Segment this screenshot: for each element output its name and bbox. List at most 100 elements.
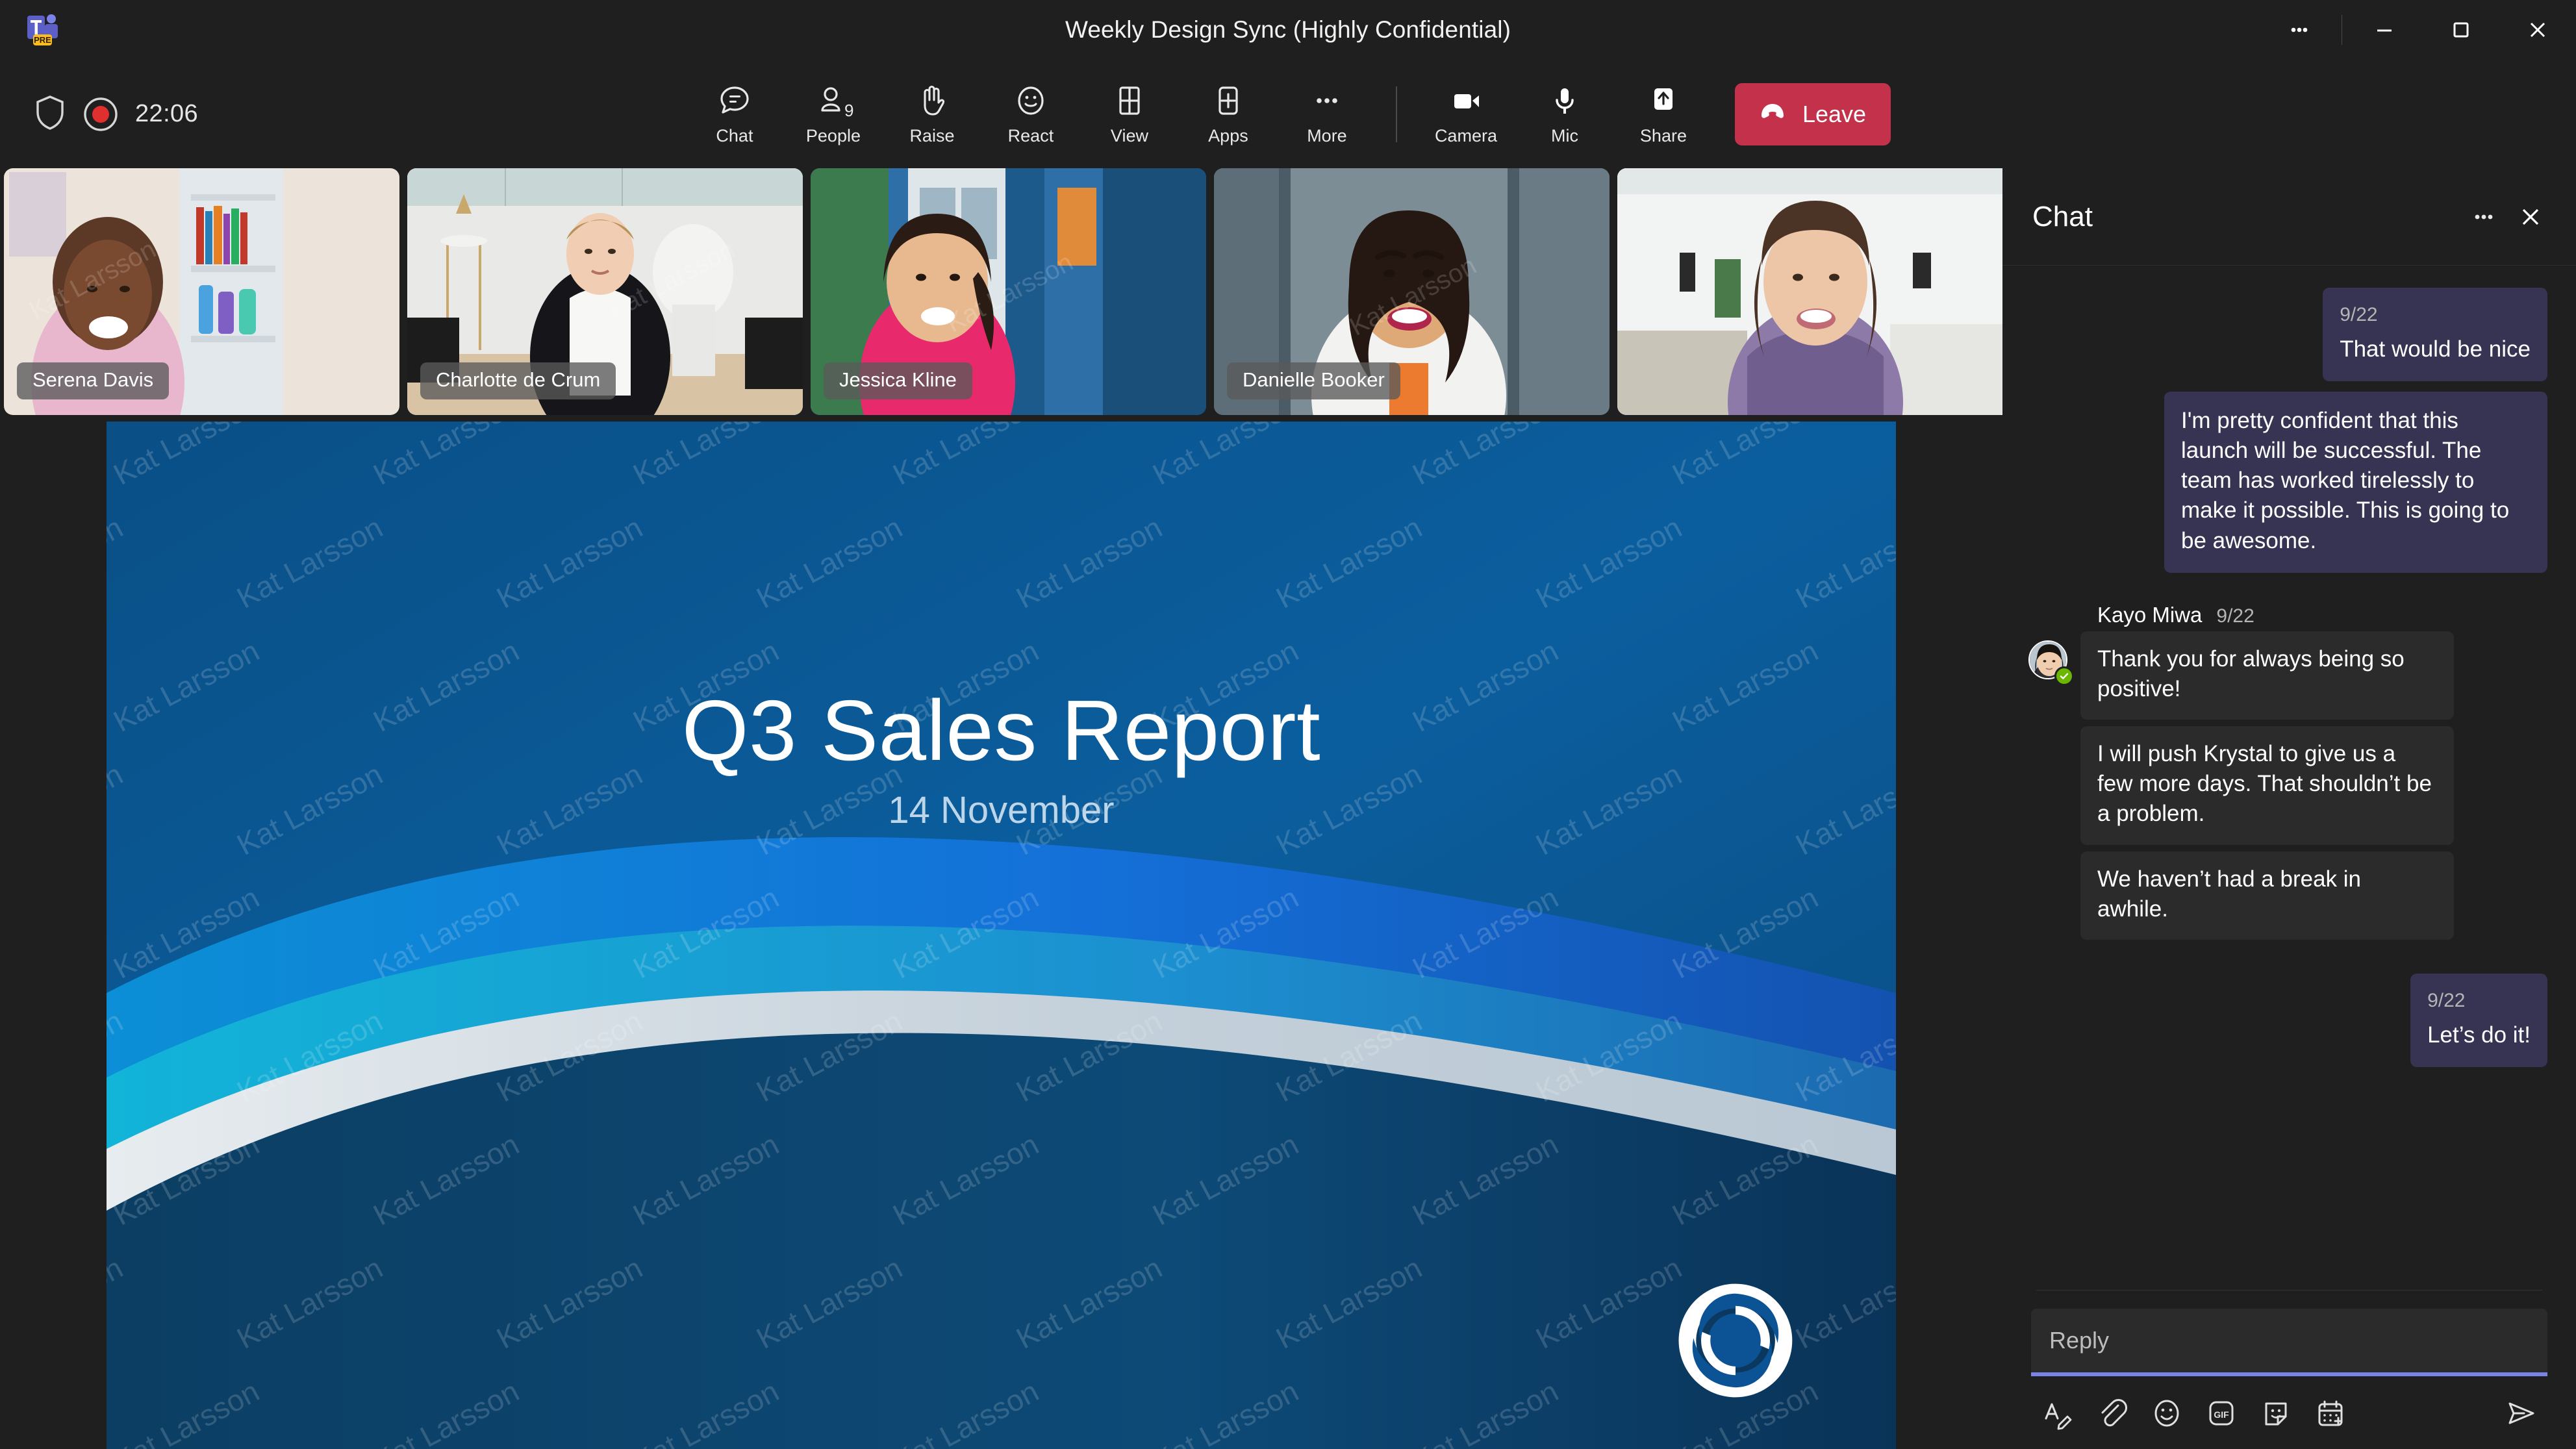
svg-text:GIF: GIF — [2214, 1409, 2229, 1420]
meeting-timer: 22:06 — [135, 100, 199, 127]
people-count-badge: 9 — [844, 100, 854, 120]
message-text: I'm pretty confident that this launch wi… — [2181, 407, 2510, 553]
message-text: Let’s do it! — [2427, 1022, 2531, 1048]
slide-subtitle: 14 November — [888, 789, 1115, 831]
slide-background-graphic — [107, 422, 1896, 1449]
sticker-icon[interactable] — [2256, 1393, 2296, 1433]
message-timestamp: 9/22 — [2340, 304, 2378, 325]
meeting-action-bar: 22:06 Chat 9 People Raise React View App… — [0, 60, 2576, 168]
toolbar-react-label: React — [1007, 125, 1054, 145]
participant-name-label: Jessica Kline — [824, 362, 972, 399]
message-timestamp: 9/22 — [2216, 605, 2254, 627]
attach-icon[interactable] — [2092, 1393, 2132, 1433]
toolbar-divider — [1395, 86, 1397, 142]
chat-panel: Chat 9/22 That would be nice I'm pretty … — [2002, 168, 2576, 1449]
share-icon — [1645, 82, 1682, 119]
leave-button-label: Leave — [1802, 100, 1867, 127]
shared-content-area: Q3 Sales Report 14 November Kat LarssonK… — [0, 422, 2002, 1449]
chat-icon — [716, 82, 753, 119]
window-title: Weekly Design Sync (Highly Confidential) — [1065, 16, 1511, 43]
chat-message-group[interactable]: Kayo Miwa 9/22 Thank you for always bein… — [2028, 603, 2547, 940]
toolbar-mic-label: Mic — [1550, 125, 1578, 145]
record-icon — [83, 97, 118, 132]
toolbar-chat-label: Chat — [716, 125, 753, 145]
chat-compose-area: Reply GIF — [2002, 1290, 2576, 1449]
meet-now-icon[interactable] — [2310, 1393, 2351, 1433]
reply-placeholder: Reply — [2049, 1327, 2110, 1354]
chat-message-list[interactable]: 9/22 That would be nice I'm pretty confi… — [2002, 266, 2576, 1290]
participant-tile[interactable]: Kat Larsson Jessica Kline — [811, 168, 1206, 415]
toolbar-share-label: Share — [1639, 125, 1687, 145]
meeting-status-group: 22:06 — [34, 60, 198, 168]
hand-icon — [914, 82, 950, 119]
message-text: That would be nice — [2340, 336, 2531, 362]
toolbar-mic-button[interactable]: Mic — [1515, 72, 1614, 157]
chat-panel-title: Chat — [2032, 200, 2093, 233]
toolbar-chat-button[interactable]: Chat — [685, 72, 784, 157]
swirl-logo-icon — [1674, 1279, 1797, 1402]
toolbar-react-button[interactable]: React — [981, 72, 1080, 157]
slide-title: Q3 Sales Report — [681, 683, 1321, 778]
toolbar-view-button[interactable]: View — [1080, 72, 1179, 157]
mic-icon — [1547, 82, 1583, 119]
presentation-slide[interactable]: Q3 Sales Report 14 November Kat LarssonK… — [107, 422, 1896, 1449]
chat-bubble-incoming: Thank you for always being so positive! — [2080, 631, 2454, 720]
reply-input[interactable]: Reply — [2031, 1309, 2547, 1376]
sender-avatar-column — [2028, 603, 2080, 686]
meeting-stage: Kat Larsson Serena Davis — [0, 168, 2002, 1449]
ellipsis-icon — [1309, 82, 1345, 119]
window-close-button[interactable] — [2499, 0, 2576, 60]
chat-bubble-outgoing: I'm pretty confident that this launch wi… — [2164, 391, 2547, 573]
participant-name-label: Danielle Booker — [1227, 362, 1400, 399]
toolbar-more-button[interactable]: More — [1278, 72, 1376, 157]
chat-bubble-outgoing: 9/22 Let’s do it! — [2410, 974, 2547, 1067]
toolbar-more-label: More — [1307, 125, 1347, 145]
window-maximize-button[interactable] — [2423, 0, 2499, 60]
send-icon[interactable] — [2501, 1393, 2541, 1433]
window-controls — [2261, 0, 2576, 60]
chat-message-column: Kayo Miwa 9/22 Thank you for always bein… — [2080, 603, 2547, 940]
participant-tile[interactable]: Kat Larsson Charlotte de Crum — [407, 168, 803, 415]
chat-message[interactable]: I'm pretty confident that this launch wi… — [2028, 391, 2547, 573]
hangup-icon — [1756, 94, 1789, 134]
chat-message[interactable]: 9/22 Let’s do it! — [2028, 974, 2547, 1067]
toolbar-people-label: People — [805, 125, 861, 145]
toolbar-apps-label: Apps — [1208, 125, 1248, 145]
participant-tile[interactable] — [1617, 168, 2002, 415]
presence-available-icon — [2054, 666, 2074, 686]
participant-video — [1617, 168, 2002, 415]
compose-toolbar: GIF — [2031, 1393, 2547, 1433]
chat-panel-header: Chat — [2002, 168, 2576, 266]
shield-icon — [34, 94, 66, 134]
window-more-options-button[interactable] — [2261, 0, 2338, 60]
apps-plus-icon — [1210, 82, 1246, 119]
chat-bubble-outgoing: 9/22 That would be nice — [2323, 288, 2547, 381]
message-timestamp: 9/22 — [2427, 990, 2466, 1012]
toolbar-raise-hand-button[interactable]: Raise — [883, 72, 981, 157]
gif-icon[interactable]: GIF — [2201, 1393, 2241, 1433]
toolbar-people-button[interactable]: 9 People — [784, 72, 883, 157]
emoji-icon[interactable] — [2147, 1393, 2187, 1433]
chat-more-options-button[interactable] — [2460, 194, 2507, 240]
participant-name-label: Serena Davis — [17, 362, 170, 399]
smiley-icon — [1013, 82, 1049, 119]
participant-tile[interactable]: Kat Larsson Danielle Booker — [1214, 168, 1610, 415]
toolbar-share-button[interactable]: Share — [1614, 72, 1713, 157]
toolbar-camera-button[interactable]: Camera — [1417, 72, 1515, 157]
leave-button[interactable]: Leave — [1734, 82, 1891, 145]
chat-bubble-incoming: I will push Krystal to give us a few mor… — [2080, 726, 2454, 845]
teams-meeting-window: PRE Weekly Design Sync (Highly Confident… — [0, 0, 2576, 1449]
chat-close-button[interactable] — [2507, 194, 2554, 240]
message-meta: Kayo Miwa 9/22 — [2080, 603, 2547, 627]
participant-name-label: Charlotte de Crum — [420, 362, 616, 399]
participant-roster: Kat Larsson Serena Davis — [0, 168, 2002, 422]
window-minimize-button[interactable] — [2346, 0, 2423, 60]
toolbar-apps-button[interactable]: Apps — [1179, 72, 1278, 157]
toolbar-raise-label: Raise — [909, 125, 955, 145]
grid-icon — [1111, 82, 1148, 119]
camera-icon — [1448, 82, 1484, 119]
format-icon[interactable] — [2038, 1393, 2078, 1433]
participant-tile[interactable]: Kat Larsson Serena Davis — [4, 168, 399, 415]
chat-message[interactable]: 9/22 That would be nice — [2028, 288, 2547, 381]
toolbar-camera-label: Camera — [1434, 125, 1497, 145]
